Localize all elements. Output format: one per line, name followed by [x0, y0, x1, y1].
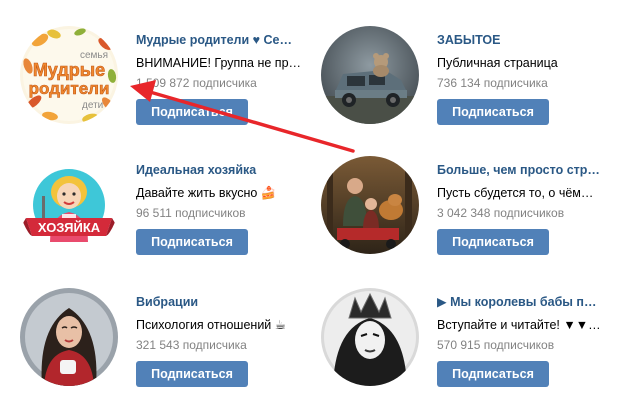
group-info: ЗАБЫТОЕ Публичная страница 736 134 подпи… [437, 32, 609, 125]
group-description: Вступайте и читайте! ▼▼… [437, 318, 601, 332]
old-car-photo-avatar [321, 26, 419, 124]
group-name-link[interactable]: ▶ Мы королевы бабы п… [437, 294, 609, 310]
subscribe-button[interactable]: Подписаться [437, 361, 549, 387]
avatar-text-parents: родители [29, 79, 110, 98]
group-info: Мудрые родители ♥ Се… ВНИМАНИЕ! Группа н… [136, 32, 308, 125]
subscribe-button[interactable]: Подписаться [437, 99, 549, 125]
group-subscribers: 3 042 348 подписчиков [437, 206, 565, 220]
group-subscribers: 1 509 872 подписчика [136, 76, 257, 90]
group-description: Психология отношений ☕ [136, 318, 286, 332]
avatar-text-wise: Мудрые [33, 60, 105, 80]
group-avatar[interactable] [321, 26, 419, 124]
subscribe-button[interactable]: Подписаться [136, 361, 248, 387]
group-description: ВНИМАНИЕ! Группа не пр… [136, 56, 302, 70]
group-name-link[interactable]: Больше, чем просто стр… [437, 162, 609, 178]
subscribe-button[interactable]: Подписаться [136, 229, 248, 255]
family-with-dog-photo-avatar [321, 156, 419, 254]
queen-portrait-avatar [321, 288, 419, 386]
group-description: Пусть сбудется то, о чём… [437, 186, 594, 200]
group-name-link[interactable]: Мудрые родители ♥ Се… [136, 32, 308, 48]
woman-illustration-avatar [20, 288, 118, 386]
group-info: Вибрации Психология отношений ☕ 321 543 … [136, 294, 308, 387]
group-card: ▶ Мы королевы бабы п… Вступайте и читайт… [321, 288, 621, 398]
group-avatar[interactable] [321, 288, 419, 386]
group-description: Давайте жить вкусно 🍰 [136, 186, 277, 200]
group-subscribers: 321 543 подписчика [136, 338, 247, 352]
group-info: Идеальная хозяйка Давайте жить вкусно 🍰 … [136, 162, 308, 255]
avatar-banner-text: ХОЗЯЙКА [38, 220, 101, 235]
group-subscribers: 736 134 подписчика [437, 76, 548, 90]
group-avatar[interactable] [321, 156, 419, 254]
group-info: Больше, чем просто стр… Пусть сбудется т… [437, 162, 609, 255]
group-subscribers: 96 511 подписчиков [136, 206, 246, 220]
group-card: Больше, чем просто стр… Пусть сбудется т… [321, 156, 621, 266]
group-info: ▶ Мы королевы бабы п… Вступайте и читайт… [437, 294, 609, 387]
group-card: Вибрации Психология отношений ☕ 321 543 … [20, 288, 320, 398]
group-avatar[interactable] [20, 288, 118, 386]
group-subscribers: 570 915 подписчиков [437, 338, 555, 352]
housewife-cartoon-avatar: ХОЗЯЙКА [20, 156, 118, 254]
group-card: ЗАБЫТОЕ Публичная страница 736 134 подпи… [321, 26, 621, 136]
avatar-text-kids: дети [82, 100, 103, 111]
group-card: ХОЗЯЙКА Идеальная хозяйка Давайте жить в… [20, 156, 320, 266]
group-card: семья Мудрые родители дети Мудрые родите… [20, 26, 320, 136]
group-description: Публичная страница [437, 56, 558, 70]
group-name-link[interactable]: Вибрации [136, 294, 308, 310]
group-name-link[interactable]: ЗАБЫТОЕ [437, 32, 609, 48]
group-name-link[interactable]: Идеальная хозяйка [136, 162, 308, 178]
group-avatar[interactable]: ХОЗЯЙКА [20, 156, 118, 254]
group-avatar[interactable]: семья Мудрые родители дети [20, 26, 118, 124]
leaves-logo-avatar: семья Мудрые родители дети [20, 26, 118, 124]
subscribe-button[interactable]: Подписаться [437, 229, 549, 255]
subscribe-button[interactable]: Подписаться [136, 99, 248, 125]
